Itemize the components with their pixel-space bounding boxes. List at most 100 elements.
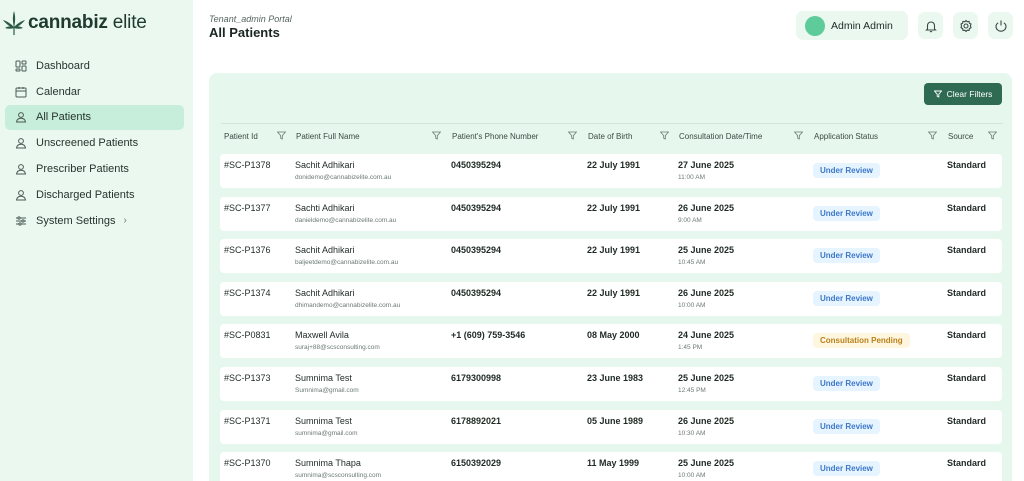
patient-email: danieldemo@cannabizelite.com.au (295, 216, 397, 224)
patient-source: Standard (947, 160, 987, 170)
user-icon (15, 189, 27, 201)
patient-email: sumnima@scsconsulting.com (295, 472, 382, 480)
sidebar-item-dashboard[interactable]: Dashboard (5, 53, 184, 79)
consultation-time: 9:00 AM (678, 216, 702, 224)
consultation-date: 25 June 2025 (678, 372, 735, 383)
clear-filters-button[interactable]: Clear Filters (924, 83, 1002, 105)
table-row[interactable]: #SC-P1370 Sumnima Thapa sumnima@scsconsu… (220, 452, 1002, 481)
filter-icon[interactable] (794, 131, 803, 140)
chevron-right-icon: › (123, 215, 127, 227)
consultation-time: 1:45 PM (678, 344, 703, 352)
sidebar-item-label: Dashboard (36, 59, 90, 72)
brand-logo[interactable]: cannabiz elite (2, 8, 147, 38)
status-badge: Under Review (813, 290, 880, 306)
sidebar-item-unscreened-patients[interactable]: Unscreened Patients (5, 130, 184, 156)
patient-dob: 11 May 1999 (587, 458, 640, 469)
patient-id: #SC-P0831 (224, 330, 271, 341)
patient-phone: +1 (609) 759-3546 (451, 330, 526, 341)
table-row[interactable]: #SC-P1374 Sachit Adhikari dhimandemo@can… (220, 281, 1002, 316)
sidebar-item-prescriber-patients[interactable]: Prescriber Patients (5, 156, 184, 182)
sliders-icon (15, 215, 27, 227)
patient-dob: 08 May 2000 (587, 330, 640, 341)
clear-filters-label: Clear Filters (946, 89, 993, 99)
power-icon (994, 20, 1007, 32)
patient-email: Sumnima@gmail.com (295, 386, 359, 394)
patient-id: #SC-P1378 (224, 160, 271, 170)
consultation-time: 10:00 AM (678, 472, 706, 480)
table-row[interactable]: #SC-P1378 Sachit Adhikari donidemo@canna… (220, 154, 1002, 188)
patient-phone: 6150392029 (451, 458, 502, 469)
patient-id: #SC-P1373 (224, 372, 271, 383)
patient-name: Sachit Adhikari (295, 160, 355, 170)
page-title: All Patients (209, 25, 280, 40)
filter-icon[interactable] (432, 131, 441, 140)
sidebar-item-all-patients[interactable]: All Patients (5, 104, 184, 131)
patient-source: Standard (947, 287, 987, 298)
sidebar-item-discharged-patients[interactable]: Discharged Patients (5, 182, 184, 208)
portal-label: Tenant_admin Portal (209, 14, 292, 24)
column-header-dob: Date of Birth (588, 132, 633, 141)
patient-name: Maxwell Avila (295, 330, 349, 341)
patient-dob: 22 July 1991 (587, 287, 641, 298)
patient-name: Sachit Adhikari (295, 245, 355, 256)
patient-source: Standard (947, 372, 987, 383)
sidebar-item-label: System Settings (36, 214, 116, 227)
consultation-date: 26 June 2025 (678, 202, 735, 213)
logout-button[interactable] (988, 12, 1013, 39)
patient-source: Standard (947, 415, 987, 426)
filter-icon[interactable] (568, 131, 577, 140)
table-row[interactable]: #SC-P0831 Maxwell Avila suraj+88@scscons… (220, 324, 1002, 359)
status-badge: Under Review (813, 375, 880, 391)
patient-id: #SC-P1370 (224, 458, 271, 469)
user-icon (15, 163, 27, 175)
notifications-button[interactable] (918, 12, 943, 39)
sidebar-item-label: Prescriber Patients (36, 163, 129, 176)
sidebar-item-calendar[interactable]: Calendar (5, 79, 184, 105)
table-row[interactable]: #SC-P1377 Sachti Adhikari danieldemo@can… (220, 196, 1002, 231)
status-badge: Under Review (813, 418, 880, 434)
filter-icon[interactable] (277, 131, 286, 140)
status-badge: Under Review (813, 205, 880, 221)
table-row[interactable]: #SC-P1371 Sumnima Test sumnima@gmail.com… (220, 409, 1002, 444)
sidebar-nav: Dashboard Calendar All Patients Unscreen… (5, 53, 184, 234)
filter-icon[interactable] (660, 131, 669, 140)
patient-email: baljeetdemo@cannabizelite.com.au (295, 259, 399, 267)
patient-phone: 0450395294 (451, 160, 502, 170)
brand-name-light: elite (107, 12, 147, 33)
patient-phone: 6179300998 (451, 372, 502, 383)
dashboard-icon (15, 60, 27, 72)
sidebar-item-label: Discharged Patients (36, 188, 135, 201)
patients-table-body: #SC-P1378 Sachit Adhikari donidemo@canna… (220, 154, 1002, 481)
settings-button[interactable] (953, 12, 978, 39)
user-menu[interactable]: Admin Admin (796, 11, 908, 40)
patient-phone: 0450395294 (451, 202, 502, 213)
bell-icon (924, 20, 937, 32)
consultation-date: 25 June 2025 (678, 245, 735, 256)
consultation-date: 25 June 2025 (678, 458, 735, 469)
consultation-time: 10:00 AM (678, 301, 706, 309)
filter-icon[interactable] (988, 131, 997, 140)
patient-source: Standard (947, 330, 987, 341)
cannabis-leaf-icon (3, 11, 25, 35)
patient-id: #SC-P1377 (224, 202, 271, 213)
patient-dob: 22 July 1991 (587, 160, 641, 170)
patient-email: donidemo@cannabizelite.com.au (295, 174, 392, 181)
consultation-time: 10:30 AM (678, 429, 706, 437)
avatar (805, 15, 825, 36)
gear-icon (959, 19, 972, 32)
patient-phone: 0450395294 (451, 245, 502, 256)
patient-phone: 6178892021 (451, 415, 502, 426)
patient-name: Sumnima Test (295, 415, 352, 426)
status-badge: Under Review (813, 248, 880, 264)
sidebar-item-system-settings[interactable]: System Settings › (5, 208, 184, 234)
filter-icon[interactable] (928, 131, 937, 140)
table-row[interactable]: #SC-P1373 Sumnima Test Sumnima@gmail.com… (220, 366, 1002, 401)
consultation-date: 26 June 2025 (678, 287, 735, 298)
status-badge: Consultation Pending (813, 333, 910, 349)
sidebar-item-label: All Patients (36, 111, 92, 124)
sidebar: cannabiz elite Dashboard Calendar All Pa… (0, 0, 193, 481)
consultation-time: 10:45 AM (678, 259, 706, 267)
consultation-time: 11:00 AM (678, 174, 705, 181)
user-icon (15, 111, 27, 123)
table-row[interactable]: #SC-P1376 Sachit Adhikari baljeetdemo@ca… (220, 239, 1002, 274)
